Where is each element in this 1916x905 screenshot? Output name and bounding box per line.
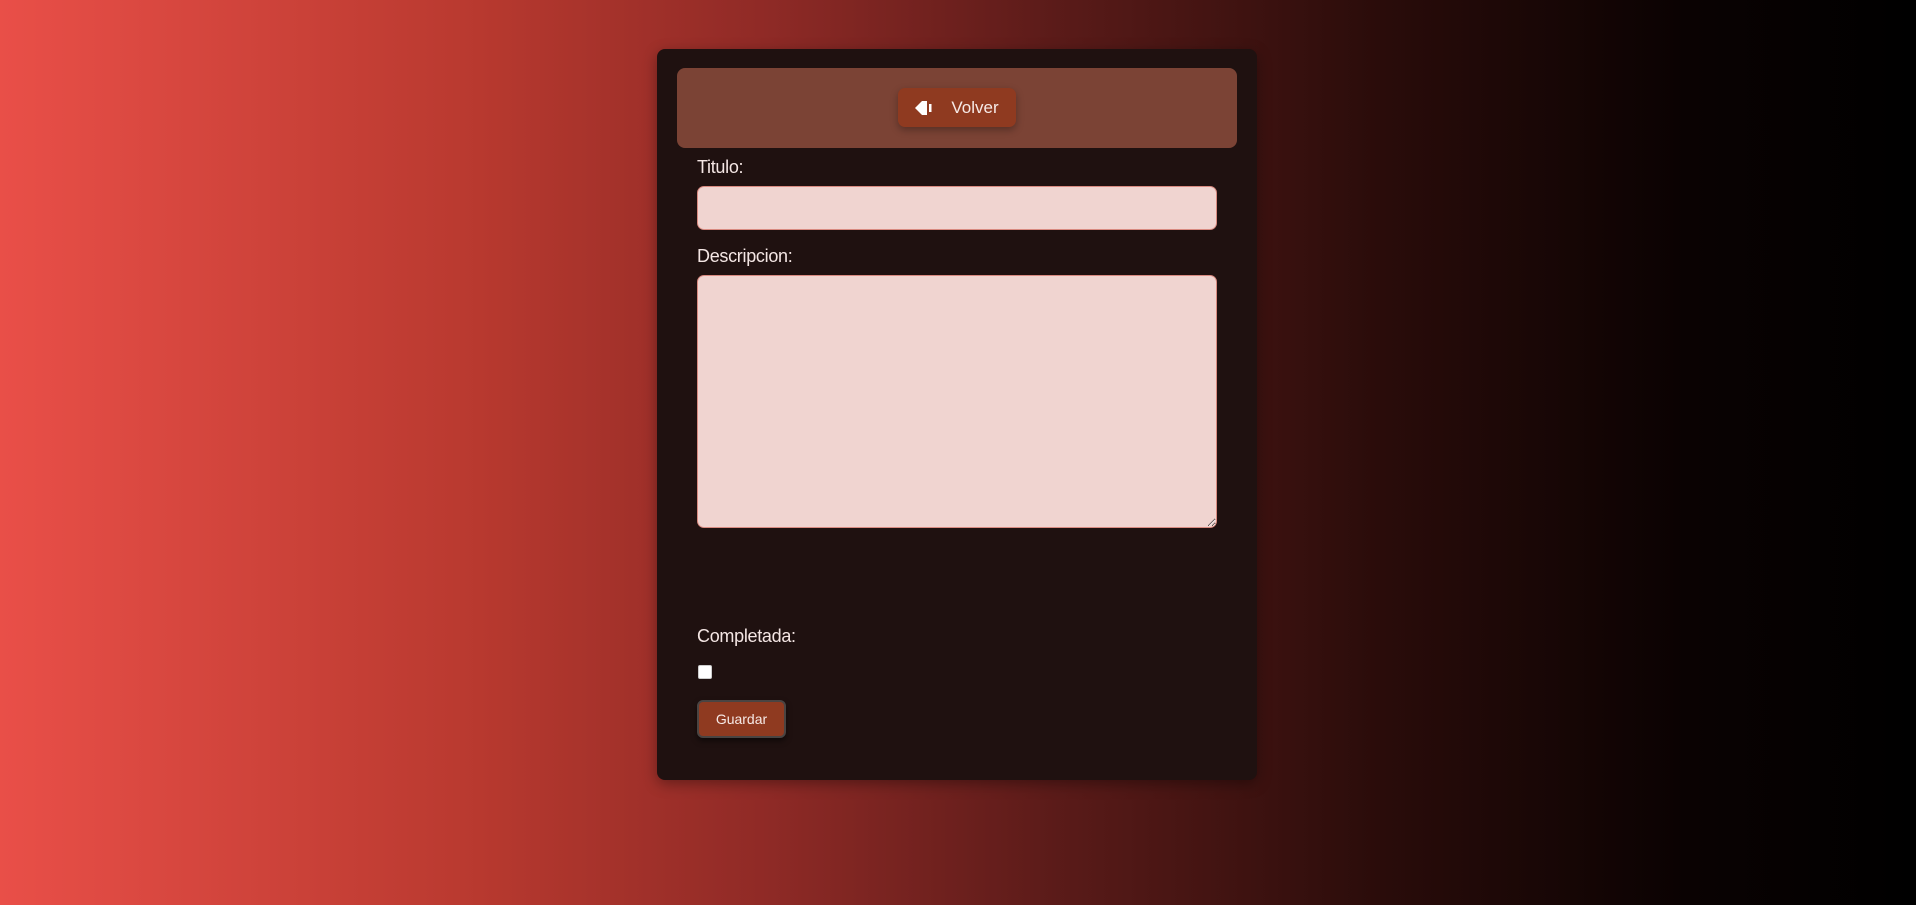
title-input[interactable] — [697, 186, 1217, 230]
hand-pointing-left-icon — [915, 100, 933, 116]
card-header: Volver — [677, 68, 1237, 148]
description-textarea[interactable] — [697, 275, 1217, 528]
task-form-card: Volver Titulo: Descripcion: Completada: … — [657, 49, 1257, 780]
title-label: Titulo: — [697, 157, 743, 178]
description-label: Descripcion: — [697, 246, 792, 267]
completed-label: Completada: — [697, 626, 796, 647]
completed-checkbox[interactable] — [698, 665, 712, 679]
back-button[interactable]: Volver — [898, 88, 1016, 127]
save-button[interactable]: Guardar — [697, 700, 786, 738]
back-button-label: Volver — [951, 98, 998, 118]
